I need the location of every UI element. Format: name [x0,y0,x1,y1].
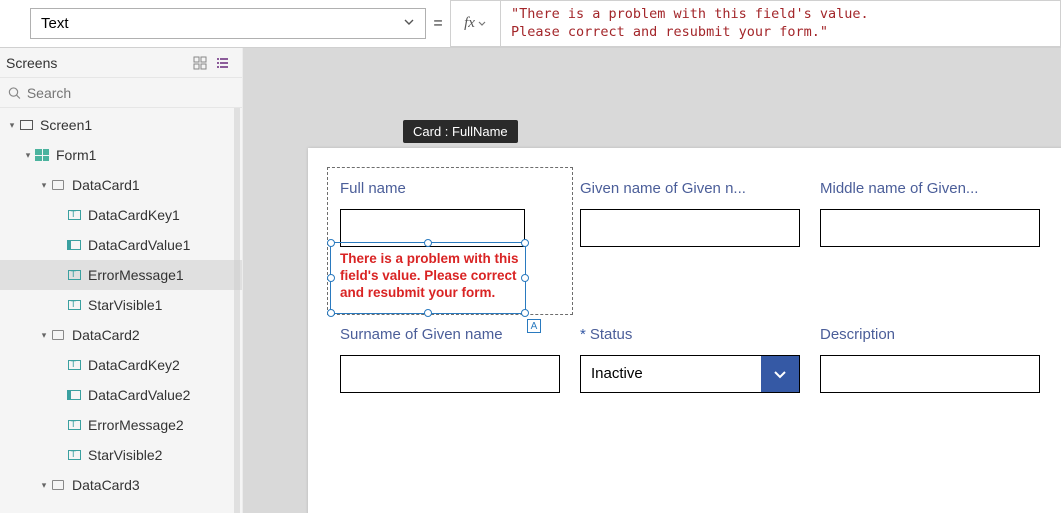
tree-panel-header: Screens [0,48,242,78]
tree-search-input[interactable] [27,85,234,101]
fx-label: fx [464,15,475,32]
tree-item-label: StarVisible1 [88,297,162,313]
card-label-status: Status [590,326,633,343]
tree-item-datacard1[interactable]: ▾ DataCard1 [0,170,242,200]
tree-item-label: DataCard3 [72,477,140,493]
caret-icon: ▾ [38,180,50,191]
caret-icon: ▾ [38,330,50,341]
tree-item-errormessage2[interactable]: ErrorMessage2 [0,410,242,440]
caret-icon: ▾ [22,150,34,161]
card-surname[interactable]: Surname of Given name [340,326,560,393]
tree-item-label: ErrorMessage1 [88,267,184,283]
form-surface[interactable]: Card : FullName Full name There is a pro… [308,148,1061,513]
card-status[interactable]: * Status Inactive [580,326,800,393]
tree-item-form1[interactable]: ▾ Form1 [0,140,242,170]
card-givenname[interactable]: Given name of Given n... [580,180,800,302]
control-type-icon [66,267,82,283]
tree-item-starvisible1[interactable]: StarVisible1 [0,290,242,320]
tree-item-label: Screen1 [40,117,92,133]
card-label-givenname: Given name of Given n... [580,180,800,197]
control-type-icon [66,357,82,373]
tree-item-datacardkey1[interactable]: DataCardKey1 [0,200,242,230]
tree-item-label: Form1 [56,147,96,163]
tree-item-datacardvalue1[interactable]: DataCardValue1 [0,230,242,260]
tree-item-label: DataCardValue1 [88,237,190,253]
card-description[interactable]: Description [820,326,1040,393]
tree-search[interactable] [0,78,242,108]
tree-view-button[interactable] [214,53,234,73]
control-type-icon [66,387,82,403]
control-type-icon [18,117,34,133]
thumbnail-view-button[interactable] [190,53,210,73]
formula-input[interactable]: "There is a problem with this field's va… [500,0,1061,47]
canvas[interactable]: Card : FullName Full name There is a pro… [243,48,1061,513]
tree-item-label: StarVisible2 [88,447,162,463]
tree-panel-title: Screens [6,55,186,71]
caret-icon: ▾ [38,480,50,491]
control-type-icon [66,297,82,313]
chevron-down-icon [403,16,415,31]
card-label-surname: Surname of Given name [340,326,560,343]
tree-item-datacardkey2[interactable]: DataCardKey2 [0,350,242,380]
card-label-fullname: Full name [340,180,560,197]
formula-bar: Text = fx "There is a problem with this … [0,0,1061,48]
chevron-down-icon [761,356,799,392]
fx-button[interactable]: fx [450,0,500,47]
scrollbar[interactable] [232,108,242,513]
tree-item-label: DataCardKey2 [88,357,180,373]
control-type-icon [66,207,82,223]
tree-item-errormessage1[interactable]: ErrorMessage1 [0,260,242,290]
error-message-fullname[interactable]: There is a problem with this field's val… [340,251,528,302]
tree-list: ▾ Screen1 ▾ Form1 ▾ DataCard1 DataCardKey1 Data… [0,108,242,513]
tree-item-datacard2[interactable]: ▾ DataCard2 [0,320,242,350]
property-dropdown-value: Text [41,15,403,32]
control-type-icon [50,327,66,343]
tree-item-label: DataCardKey1 [88,207,180,223]
input-fullname[interactable] [340,209,525,247]
tree-panel: Screens ▾ Screen1 ▾ Form1 ▾ DataCard1 DataCard… [0,48,243,513]
property-dropdown[interactable]: Text [30,8,426,39]
tree-item-starvisible2[interactable]: StarVisible2 [0,440,242,470]
equals-sign: = [426,0,450,47]
search-icon [8,86,21,100]
control-type-icon [50,477,66,493]
control-type-icon [34,147,50,163]
control-type-icon [66,447,82,463]
control-type-icon [66,417,82,433]
card-tooltip: Card : FullName [403,120,518,143]
caret-icon: ▾ [6,120,18,131]
tree-item-label: ErrorMessage2 [88,417,184,433]
required-star-icon: * [580,326,586,343]
control-type-icon [66,237,82,253]
input-givenname[interactable] [580,209,800,247]
tree-item-label: DataCardValue2 [88,387,190,403]
tree-item-datacardvalue2[interactable]: DataCardValue2 [0,380,242,410]
card-label-description: Description [820,326,1040,343]
select-status-value: Inactive [581,365,761,382]
tree-item-screen1[interactable]: ▾ Screen1 [0,110,242,140]
card-fullname[interactable]: Full name There is a problem with this f… [334,174,566,308]
input-middlename[interactable] [820,209,1040,247]
select-status[interactable]: Inactive [580,355,800,393]
control-type-icon [50,177,66,193]
tree-item-label: DataCard1 [72,177,140,193]
card-label-middlename: Middle name of Given... [820,180,1040,197]
input-description[interactable] [820,355,1040,393]
tree-item-datacard3[interactable]: ▾ DataCard3 [0,470,242,500]
input-surname[interactable] [340,355,560,393]
tree-item-label: DataCard2 [72,327,140,343]
card-middlename[interactable]: Middle name of Given... [820,180,1040,302]
